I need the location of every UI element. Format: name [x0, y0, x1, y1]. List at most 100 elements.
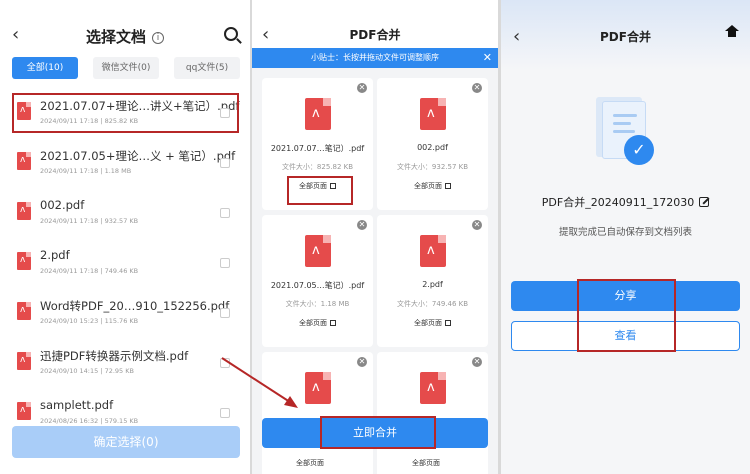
share-button[interactable]: 分享: [511, 281, 740, 311]
page-range-selector[interactable]: 全部页面: [262, 318, 373, 328]
file-name: 2021.07.07+理论…讲义+笔记）.pdf: [40, 99, 240, 113]
file-meta: 2024/09/10 15:23 | 115.76 KB: [40, 317, 139, 325]
remove-icon[interactable]: ✕: [357, 357, 367, 367]
tip-text: 小贴士：长按并拖动文件可调整顺序: [311, 53, 439, 62]
card-file-name: 2021.07.07…笔记）.pdf: [270, 144, 365, 153]
checkbox-icon[interactable]: [220, 158, 230, 168]
pdf-card[interactable]: ✕ 002.pdf 文件大小：932.57 KB 全部页面: [377, 78, 488, 210]
page-range-label: 全部页面: [414, 182, 442, 190]
edit-icon: [330, 183, 336, 189]
page-title: 选择文档 i: [0, 26, 250, 47]
list-item[interactable]: 2021.07.05+理论…义 + 笔记）.pdf 2024/09/11 17:…: [0, 142, 250, 184]
pdf-file-icon: [420, 372, 446, 404]
page-title: PDF合并: [600, 30, 651, 44]
home-icon[interactable]: [725, 25, 739, 40]
file-name: Word转PDF_20…910_152256.pdf: [40, 299, 230, 313]
header: ‹ PDF合并: [252, 0, 498, 48]
select-document-screen: ‹ 选择文档i 全部(10) 微信文件(0) qq文件(5) 2021.07.0…: [0, 0, 250, 474]
file-name: 2.pdf: [40, 248, 70, 262]
card-file-size: 文件大小：825.82 KB: [281, 163, 354, 171]
pdf-card[interactable]: ✕: [377, 352, 488, 474]
edit-icon: [445, 320, 451, 326]
file-meta: 2024/09/10 14:15 | 72.95 KB: [40, 367, 134, 375]
edit-icon: [445, 183, 451, 189]
page-range-label: 全部页面: [296, 459, 324, 467]
file-name: 2021.07.05+理论…义 + 笔记）.pdf: [40, 149, 236, 163]
result-file-name: PDF合并_20240911_172030: [501, 194, 750, 210]
header: ‹ 选择文档 i: [0, 22, 250, 50]
pdf-file-icon: [17, 302, 31, 320]
list-item[interactable]: Word转PDF_20…910_152256.pdf 2024/09/10 15…: [0, 292, 250, 334]
list-item[interactable]: 002.pdf 2024/09/11 17:18 | 932.57 KB: [0, 192, 250, 234]
card-file-name: 2.pdf: [422, 280, 443, 289]
pdf-card[interactable]: ✕ 2.pdf 文件大小：749.46 KB 全部页面: [377, 215, 488, 347]
edit-icon: [330, 320, 336, 326]
pdf-file-icon: [17, 202, 31, 220]
page-range-label: 全部页面: [299, 182, 327, 190]
info-icon[interactable]: i: [152, 32, 164, 44]
page-range-label: 全部页面: [414, 319, 442, 327]
pdf-file-icon: [305, 372, 331, 404]
file-name: 002.pdf: [40, 198, 85, 212]
checkbox-icon[interactable]: [220, 258, 230, 268]
merge-now-button[interactable]: 立即合并: [262, 418, 488, 448]
card-file-size: 文件大小：749.46 KB: [396, 300, 469, 308]
doc-line: [613, 122, 631, 125]
remove-icon[interactable]: ✕: [357, 83, 367, 93]
list-item[interactable]: 迅捷PDF转换器示例文档.pdf 2024/09/10 14:15 | 72.9…: [0, 342, 250, 384]
result-file-name-text: PDF合并_20240911_172030: [541, 196, 695, 209]
checkbox-icon[interactable]: [220, 408, 230, 418]
page-range-selector[interactable]: 全部页面: [377, 181, 488, 191]
pdf-file-icon: [420, 235, 446, 267]
file-meta: 2024/09/11 17:18 | 749.46 KB: [40, 267, 139, 275]
page-range-label: 全部页面: [299, 319, 327, 327]
file-name: 迅捷PDF转换器示例文档.pdf: [40, 349, 189, 363]
file-name: samplett.pdf: [40, 398, 114, 412]
tab-wechat-files[interactable]: 微信文件(0): [93, 57, 159, 79]
pdf-file-icon: [305, 235, 331, 267]
tab-all[interactable]: 全部(10): [12, 57, 78, 79]
header: ‹ PDF合并: [501, 0, 750, 70]
pdf-file-icon: [17, 152, 31, 170]
remove-icon[interactable]: ✕: [472, 83, 482, 93]
merge-result-screen: ‹ PDF合并 ✓ PDF合并_20240911_172030 提取完成已自动保…: [501, 0, 750, 474]
pdf-card[interactable]: ✕ 2021.07.07…笔记）.pdf 文件大小：825.82 KB 全部页面: [262, 78, 373, 210]
card-file-size: 文件大小：1.18 MB: [285, 300, 350, 308]
pdf-file-icon: [17, 102, 31, 120]
file-meta: 2024/09/11 17:18 | 932.57 KB: [40, 217, 139, 225]
document-illustration: ✓: [596, 95, 654, 165]
pdf-file-icon: [17, 252, 31, 270]
tab-qq-files[interactable]: qq文件(5): [174, 57, 240, 79]
list-item[interactable]: 2021.07.07+理论…讲义+笔记）.pdf 2024/09/11 17:1…: [0, 92, 250, 134]
list-item[interactable]: 2.pdf 2024/09/11 17:18 | 749.46 KB: [0, 242, 250, 284]
check-circle-icon: ✓: [624, 135, 654, 165]
pdf-file-icon: [305, 98, 331, 130]
remove-icon[interactable]: ✕: [472, 220, 482, 230]
remove-icon[interactable]: ✕: [357, 220, 367, 230]
pdf-file-icon: [17, 352, 31, 370]
search-icon[interactable]: [224, 27, 238, 41]
page-title: PDF合并: [349, 28, 401, 42]
page-range-selector[interactable]: 全部页面: [262, 181, 373, 191]
view-button[interactable]: 查看: [511, 321, 740, 351]
page-title-text: 选择文档: [85, 28, 146, 46]
result-message: 提取完成已自动保存到文档列表: [558, 227, 692, 238]
doc-line: [613, 114, 637, 117]
confirm-selection-button[interactable]: 确定选择(0): [12, 426, 240, 458]
pdf-merge-screen: ‹ PDF合并 小贴士：长按并拖动文件可调整顺序 ✕ ✕ 2021.07.07……: [252, 0, 498, 474]
page-range-label: 全部页面: [412, 459, 440, 467]
pdf-file-icon: [17, 402, 31, 420]
pdf-card[interactable]: ✕: [262, 352, 373, 474]
page-range-selector[interactable]: 全部页面: [377, 318, 488, 328]
checkbox-icon[interactable]: [220, 208, 230, 218]
checkbox-icon[interactable]: [220, 308, 230, 318]
checkbox-icon[interactable]: [220, 108, 230, 118]
checkbox-icon[interactable]: [220, 358, 230, 368]
close-icon[interactable]: ✕: [483, 48, 492, 68]
remove-icon[interactable]: ✕: [472, 357, 482, 367]
card-file-name: 2021.07.05…笔记）.pdf: [270, 281, 365, 290]
edit-icon[interactable]: [699, 197, 710, 207]
pdf-card[interactable]: ✕ 2021.07.05…笔记）.pdf 文件大小：1.18 MB 全部页面: [262, 215, 373, 347]
doc-line: [613, 130, 635, 133]
file-meta: 2024/09/11 17:18 | 825.82 KB: [40, 117, 139, 125]
